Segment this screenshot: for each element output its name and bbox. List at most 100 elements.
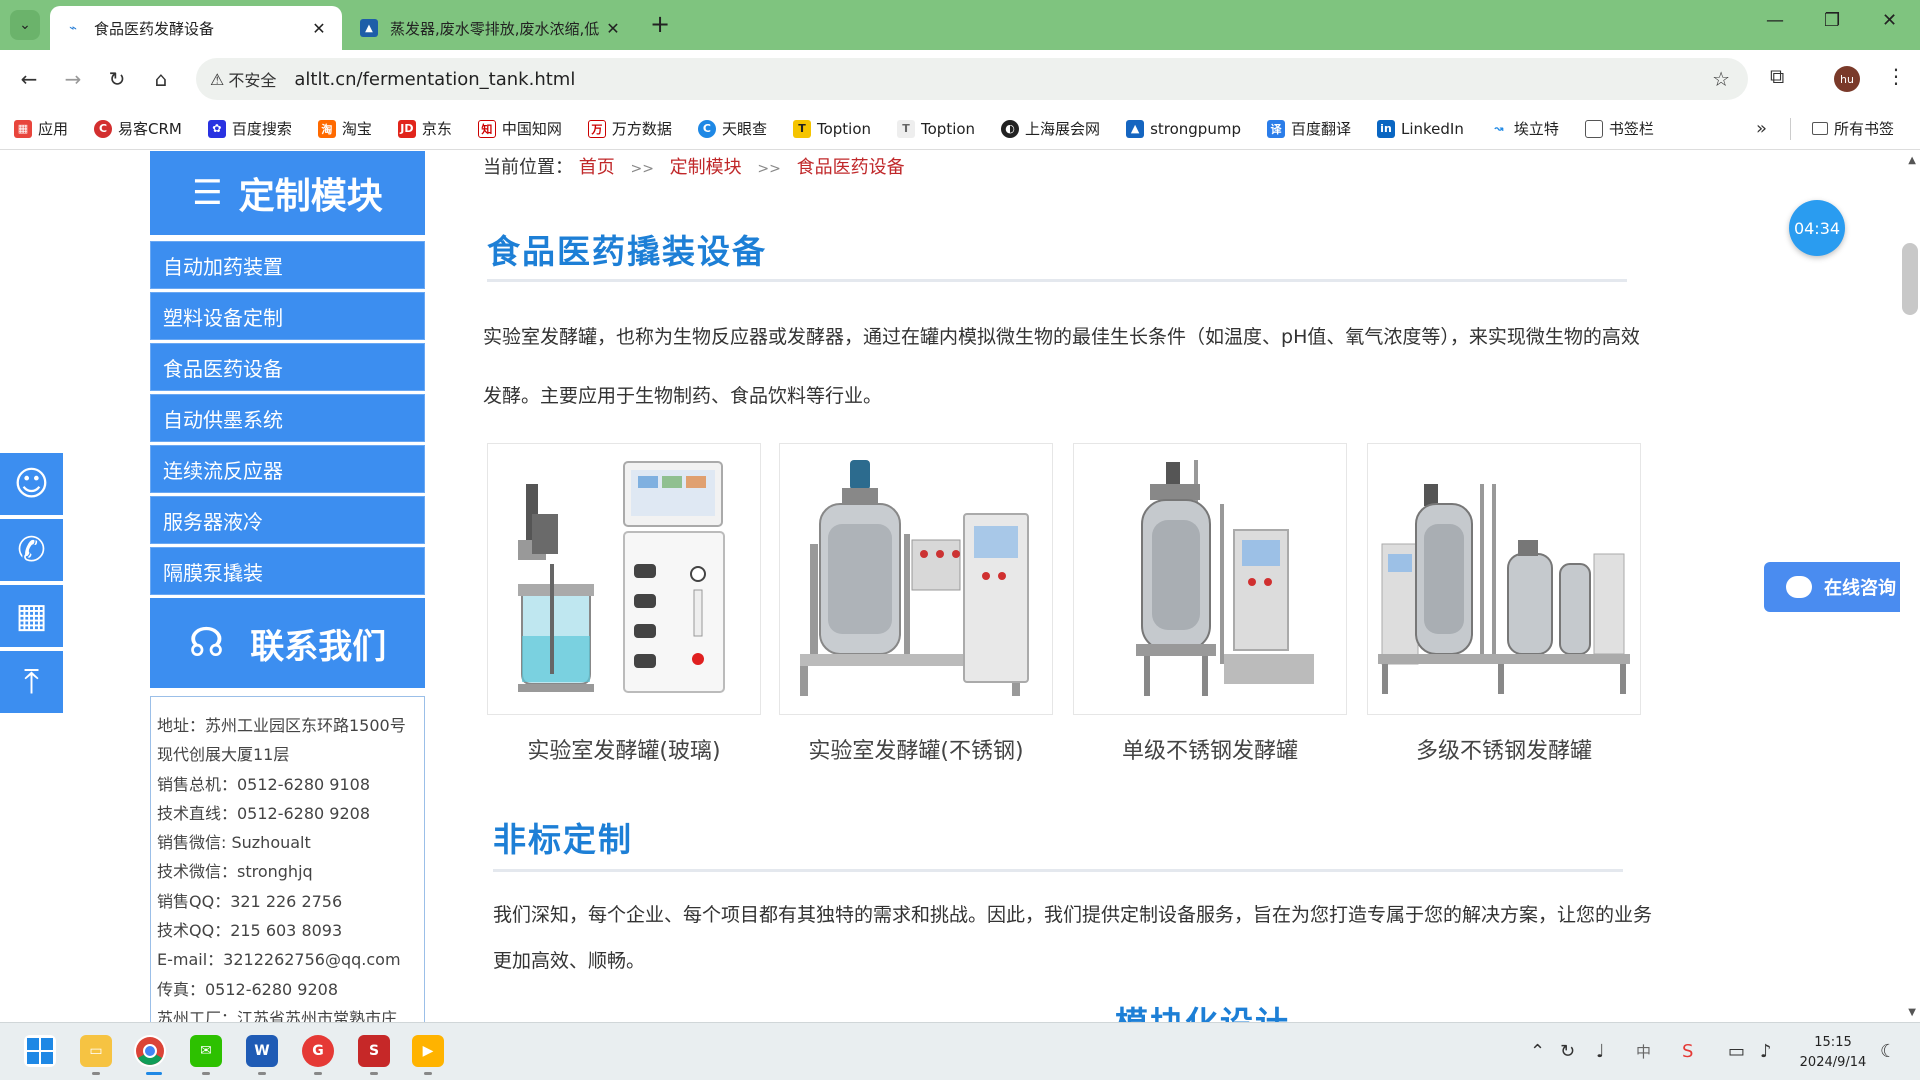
page-scrollbar[interactable]: ▲ ▼ — [1900, 151, 1920, 1022]
chrome-icon[interactable] — [134, 1035, 166, 1067]
product-caption[interactable]: 单级不锈钢发酵罐 — [1073, 733, 1347, 765]
contact-address-2: 现代创展大厦11层 — [157, 745, 290, 765]
bookmark-item[interactable]: ◐ 上海展会网 — [1001, 118, 1100, 139]
sidebar-item-server-cooling[interactable]: 服务器液冷 — [150, 496, 425, 544]
back-to-top-icon[interactable]: ⤒ — [0, 651, 63, 713]
back-arrow-icon[interactable]: ← — [14, 64, 44, 94]
scrollbar-thumb[interactable] — [1902, 243, 1918, 315]
bookmark-label: 万方数据 — [611, 120, 672, 138]
scroll-down-icon[interactable]: ▼ — [1908, 1007, 1916, 1018]
bookmark-item[interactable]: C 易客CRM — [94, 118, 182, 139]
bookmark-item[interactable]: 万万方数据 — [587, 118, 672, 139]
bookmark-label: 应用 — [38, 120, 69, 138]
product-caption[interactable]: 多级不锈钢发酵罐 — [1367, 733, 1641, 765]
product-caption[interactable]: 实验室发酵罐(玻璃) — [487, 733, 761, 765]
notification-icon[interactable]: ☾ — [1880, 1041, 1896, 1062]
network-icon[interactable]: ▭ — [1728, 1041, 1745, 1062]
address-bar[interactable]: ⚠ 不安全 altlt.cn/fermentation_tank.html ☆ — [196, 58, 1748, 100]
reload-icon[interactable]: ↻ — [102, 64, 132, 94]
close-icon[interactable]: ✕ — [310, 19, 328, 38]
sidebar-item-flow-reactor[interactable]: 连续流反应器 — [150, 445, 425, 493]
running-indicator — [258, 1072, 266, 1075]
qrcode-icon[interactable]: ▦ — [0, 585, 63, 647]
forward-arrow-icon[interactable]: → — [58, 64, 88, 94]
restore-icon[interactable]: ❐ — [1824, 10, 1840, 31]
new-tab-button[interactable]: + — [650, 10, 670, 38]
sidebar-item-auto-dosing[interactable]: 自动加药装置 — [150, 241, 425, 289]
minimize-icon[interactable]: — — [1766, 10, 1784, 31]
media-player-icon[interactable]: ▶ — [412, 1035, 444, 1067]
product-card[interactable]: 多级不锈钢发酵罐 — [1367, 443, 1641, 765]
bookmark-item[interactable]: T Toption — [897, 119, 975, 138]
sync-icon[interactable]: ↻ — [1560, 1041, 1575, 1062]
product-image-multi-stage-fermenter[interactable] — [1367, 443, 1641, 715]
sidebar-item-plastic-equipment[interactable]: 塑料设备定制 — [150, 292, 425, 340]
app-g-icon[interactable]: G — [302, 1035, 334, 1067]
bookmark-star-icon[interactable]: ☆ — [1712, 67, 1730, 91]
sidebar-item-diaphragm-pump[interactable]: 隔膜泵撬装 — [150, 547, 425, 595]
linkedin-icon: in — [1376, 119, 1395, 138]
contact-tech-wechat: 技术微信：stronghjq — [157, 862, 313, 882]
extensions-icon[interactable]: ⧉ — [1770, 64, 1784, 88]
tab-active[interactable]: ⌁ 食品医药发酵设备 ✕ — [50, 6, 342, 50]
word-icon[interactable]: W — [246, 1035, 278, 1067]
bookmark-item[interactable]: C 天眼查 — [697, 118, 767, 139]
bookmark-item[interactable]: T Toption — [792, 119, 871, 138]
online-consult-button[interactable]: 在线咨询 — [1764, 562, 1920, 612]
all-bookmarks-button[interactable]: 所有书签 — [1812, 118, 1894, 139]
running-indicator — [370, 1072, 378, 1075]
bookmark-item[interactable]: ✿ 百度搜索 — [207, 118, 292, 139]
volume-icon[interactable]: ♪ — [1760, 1041, 1772, 1062]
product-card[interactable]: 实验室发酵罐(不锈钢) — [779, 443, 1053, 765]
wechat-icon[interactable]: ✉ — [190, 1035, 222, 1067]
url-text[interactable]: altlt.cn/fermentation_tank.html — [294, 69, 575, 90]
bookmark-item[interactable]: in LinkedIn — [1376, 119, 1464, 138]
product-card[interactable]: 单级不锈钢发酵罐 — [1073, 443, 1347, 765]
windows-start-icon[interactable] — [24, 1035, 56, 1067]
system-clock[interactable]: 15:15 2024/9/14 — [1798, 1033, 1868, 1073]
breadcrumb-home[interactable]: 首页 — [579, 157, 615, 178]
window-close-icon[interactable]: ✕ — [1882, 10, 1897, 31]
bookmark-item[interactable]: JD 京东 — [397, 118, 452, 139]
input-method-icon[interactable]: S — [1682, 1041, 1693, 1062]
scroll-up-icon[interactable]: ▲ — [1908, 155, 1916, 166]
product-caption[interactable]: 实验室发酵罐(不锈钢) — [779, 733, 1053, 765]
bookmark-item[interactable]: ▲ strongpump — [1126, 119, 1241, 138]
sidebar-item-food-pharma[interactable]: 食品医药设备 — [150, 343, 425, 391]
bookmark-item[interactable]: 知中国知网 — [477, 118, 562, 139]
product-image-single-stage-fermenter[interactable] — [1073, 443, 1347, 715]
product-card[interactable]: 实验室发酵罐(玻璃) — [487, 443, 761, 765]
contact-title: 联系我们 — [250, 626, 387, 667]
section-divider — [487, 279, 1627, 282]
customer-service-icon[interactable]: ☺ — [0, 453, 63, 515]
solidworks-icon[interactable]: S — [358, 1035, 390, 1067]
profile-avatar[interactable]: hu — [1834, 66, 1860, 92]
contact-email: E-mail：3212262756@qq.com — [157, 950, 401, 970]
bookmark-folder[interactable]: 书签栏 — [1584, 118, 1654, 139]
contact-sales-wechat: 销售微信: Suzhoualt — [157, 833, 311, 853]
tab-inactive[interactable]: ▲ 蒸发器,废水零排放,废水浓缩,低 ✕ — [346, 6, 636, 50]
product-image-steel-lab-fermenter[interactable] — [779, 443, 1053, 715]
bookmark-item[interactable]: 译百度翻译 — [1266, 118, 1351, 139]
microphone-icon[interactable]: ♩ — [1596, 1041, 1605, 1062]
security-label[interactable]: 不安全 — [228, 67, 276, 91]
breadcrumb-custom-module[interactable]: 定制模块 — [670, 157, 742, 178]
tab-search-button[interactable]: ⌄ — [10, 10, 40, 40]
bookmark-item[interactable]: ▦ 应用 — [14, 118, 68, 139]
breadcrumb-current[interactable]: 食品医药设备 — [797, 157, 905, 178]
home-icon[interactable]: ⌂ — [146, 64, 176, 94]
bookmark-item[interactable]: ↝ 埃立特 — [1489, 118, 1559, 139]
sidebar-item-ink-supply[interactable]: 自动供墨系统 — [150, 394, 425, 442]
more-bookmarks-icon[interactable]: » — [1756, 118, 1767, 139]
menu-kebab-icon[interactable]: ⋮ — [1886, 64, 1906, 88]
page-viewport: ☺ ✆ ▦ ⤒ ☰ 定制模块 自动加药装置 塑料设备定制 食品医药设备 自动供墨… — [0, 151, 1920, 1022]
phone-icon[interactable]: ✆ — [0, 519, 63, 581]
bookmark-label: 淘宝 — [341, 120, 372, 138]
product-image-glass-fermenter[interactable] — [487, 443, 761, 715]
bookmark-item[interactable]: 淘淘宝 — [317, 118, 372, 139]
close-icon[interactable]: ✕ — [604, 19, 622, 38]
file-explorer-icon[interactable]: ▭ — [80, 1035, 112, 1067]
timer-badge[interactable]: 04:34 — [1789, 200, 1845, 256]
ime-icon[interactable]: 中 — [1636, 1041, 1651, 1062]
tray-overflow-icon[interactable]: ⌃ — [1530, 1041, 1545, 1062]
